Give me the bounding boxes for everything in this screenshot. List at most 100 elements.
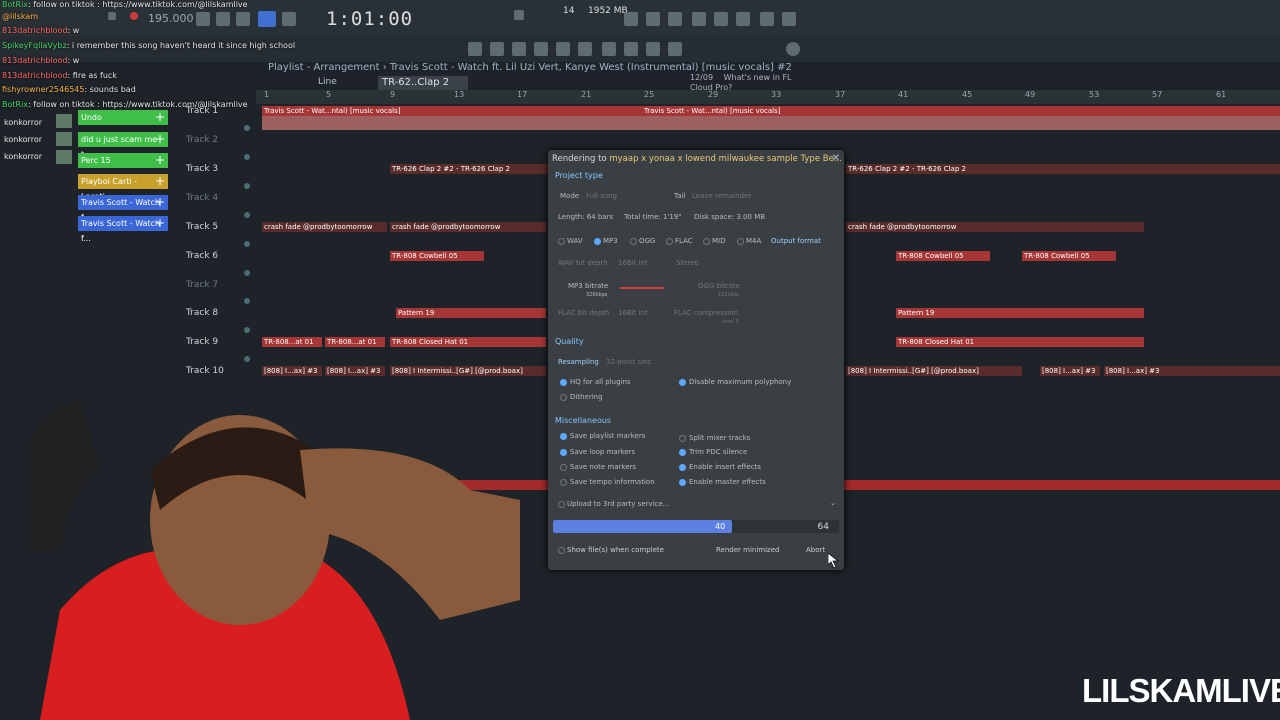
add-icon[interactable]: + <box>155 132 165 147</box>
pattern-clip[interactable]: TR-626 Clap 2 #2 - TR-626 Clap 2 <box>846 164 1280 174</box>
render-minimized-button[interactable]: Render minimized <box>716 546 779 554</box>
edison-icon[interactable] <box>668 42 682 56</box>
format-radio-m4a[interactable] <box>737 238 744 245</box>
dithering-checkbox[interactable] <box>560 394 567 401</box>
format-radio-wav[interactable] <box>558 238 565 245</box>
plugin-icon[interactable] <box>714 12 728 26</box>
pattern-item[interactable]: did u just scam me t...+ <box>78 132 168 159</box>
pattern-clip[interactable]: crash fade @prodbytoomorrow <box>390 222 546 232</box>
track-mute-toggle[interactable] <box>244 298 250 304</box>
song-title[interactable]: Travis Scott - Watch ft. Lil Uzi Vert, K… <box>390 62 792 73</box>
track-label[interactable]: Track 9 <box>186 337 218 347</box>
track-label[interactable]: Track 5 <box>186 222 218 232</box>
pattern-clip[interactable]: crash fade @prodbytoomorrow <box>846 222 1144 232</box>
track-mute-toggle[interactable] <box>244 212 250 218</box>
track-mute-toggle[interactable] <box>244 125 250 131</box>
browser-icon[interactable] <box>556 42 570 56</box>
pattern-clip[interactable]: [808] I...ax] #3 <box>262 366 322 376</box>
close-tools-icon[interactable] <box>646 12 660 26</box>
chat-icon[interactable] <box>760 12 774 26</box>
abort-button[interactable]: Abort <box>806 546 825 554</box>
channel-rack-icon[interactable] <box>512 42 526 56</box>
add-icon[interactable]: + <box>155 174 165 189</box>
close-icon[interactable]: ✕ <box>832 153 840 164</box>
add-icon[interactable]: + <box>155 153 165 168</box>
stop-icon[interactable] <box>108 12 116 20</box>
pattern-clip[interactable]: TR-808 Closed Hat 01 <box>896 337 1144 347</box>
mode-select[interactable]: Full song <box>586 192 617 200</box>
track-label[interactable]: Track 1 <box>186 106 218 116</box>
record-icon[interactable] <box>130 12 138 20</box>
pattern-clip[interactable]: Pattern 19 <box>396 308 546 318</box>
track-label[interactable]: Track 3 <box>186 164 218 174</box>
track-label[interactable]: Track 6 <box>186 251 218 261</box>
wait-icon[interactable] <box>216 12 230 26</box>
format-radio-ogg[interactable] <box>630 238 637 245</box>
trim-pdc-silence-checkbox[interactable] <box>679 449 686 456</box>
track-label[interactable]: Track 2 <box>186 135 218 145</box>
pattern-clip[interactable]: TR-808...at 01 <box>325 337 385 347</box>
piano-roll-icon[interactable] <box>468 42 482 56</box>
disable-polyphony-checkbox[interactable] <box>679 379 686 386</box>
track-label[interactable]: Track 8 <box>186 308 218 318</box>
enable-master-effects-checkbox[interactable] <box>679 479 686 486</box>
script-icon[interactable] <box>602 42 616 56</box>
stereo-value[interactable]: Stereo <box>676 259 699 267</box>
playlist-icon[interactable] <box>490 42 504 56</box>
track-mute-toggle[interactable] <box>244 327 250 333</box>
save-playlist-markers-checkbox[interactable] <box>560 433 567 440</box>
track-mute-toggle[interactable] <box>244 154 250 160</box>
countdown-icon[interactable] <box>236 12 250 26</box>
pattern-clip[interactable]: TR-808 Cowbell 05 <box>1022 251 1116 261</box>
pattern-clip[interactable]: [808] I...ax] #3 <box>1040 366 1100 376</box>
save-loop-markers-checkbox[interactable] <box>560 449 567 456</box>
enable-insert-effects-checkbox[interactable] <box>679 464 686 471</box>
add-icon[interactable]: + <box>155 216 165 231</box>
pattern-clip[interactable]: TR-626 Clap 2 #2 - TR-626 Clap 2 <box>390 164 550 174</box>
download-icon[interactable] <box>782 12 796 26</box>
resampling-select[interactable]: 32-point sinc <box>606 358 651 366</box>
flac-bit-depth-value[interactable]: 16Bit int <box>618 309 648 317</box>
pattern-song-icon[interactable] <box>514 10 524 20</box>
help-icon[interactable] <box>692 12 706 26</box>
format-radio-mid[interactable] <box>703 238 710 245</box>
wav-bit-depth-value[interactable]: 16Bit int <box>618 259 648 267</box>
track-mute-toggle[interactable] <box>244 183 250 189</box>
mixer-view-icon[interactable] <box>534 42 548 56</box>
upload-checkbox[interactable] <box>558 501 565 508</box>
pattern-clip[interactable]: [808] I...ax] #3 <box>325 366 385 376</box>
format-radio-flac[interactable] <box>666 238 673 245</box>
pattern-clip[interactable]: [808] I...ax] #3 <box>1104 366 1280 376</box>
tools-icon[interactable] <box>624 42 638 56</box>
tail-select[interactable]: Leave remainder <box>692 192 751 200</box>
add-icon[interactable]: + <box>155 195 165 210</box>
mp3-bitrate-slider[interactable] <box>620 287 664 289</box>
pattern-item[interactable]: Travis Scott - Watch f...+ <box>78 216 168 243</box>
line-mode-label[interactable]: Line <box>318 77 337 87</box>
pattern-item[interactable]: Perc 15 + <box>78 153 168 168</box>
blend-icon[interactable] <box>258 11 276 27</box>
cloud-icon[interactable] <box>786 42 800 56</box>
save-note-markers-checkbox[interactable] <box>560 464 567 471</box>
pattern-item[interactable]: Playboi Carti - Locati...+ <box>78 174 168 201</box>
loop-record-icon[interactable] <box>282 12 296 26</box>
track-label[interactable]: Track 10 <box>186 366 224 376</box>
mixer-icon[interactable] <box>736 12 750 26</box>
track-label[interactable]: Track 7 <box>186 280 218 290</box>
track-label[interactable]: Track 4 <box>186 193 218 203</box>
metronome-icon[interactable] <box>196 12 210 26</box>
track-mute-toggle[interactable] <box>244 270 250 276</box>
mic-icon[interactable] <box>668 12 682 26</box>
pattern-clip[interactable]: TR-808 Cowbell 05 <box>896 251 990 261</box>
chevron-down-icon[interactable]: ⌄ <box>830 499 836 507</box>
audio-clip[interactable]: Travis Scott - Wat...ntal) [music vocals… <box>642 106 1280 116</box>
tempo-display[interactable]: 195.000 <box>148 12 194 25</box>
pattern-clip[interactable]: TR-808 Closed Hat 01 <box>390 337 546 347</box>
track-mute-toggle[interactable] <box>244 241 250 247</box>
plugin-picker-icon[interactable] <box>578 42 592 56</box>
pattern-clip[interactable]: TR-808 Cowbell 05 <box>390 251 484 261</box>
show-files-checkbox[interactable] <box>558 547 565 554</box>
timeline-ruler[interactable]: 1 5 9 13 17 21 25 29 33 37 41 45 49 53 5… <box>256 90 1280 104</box>
track-mute-toggle[interactable] <box>244 356 250 362</box>
hq-plugins-checkbox[interactable] <box>560 379 567 386</box>
